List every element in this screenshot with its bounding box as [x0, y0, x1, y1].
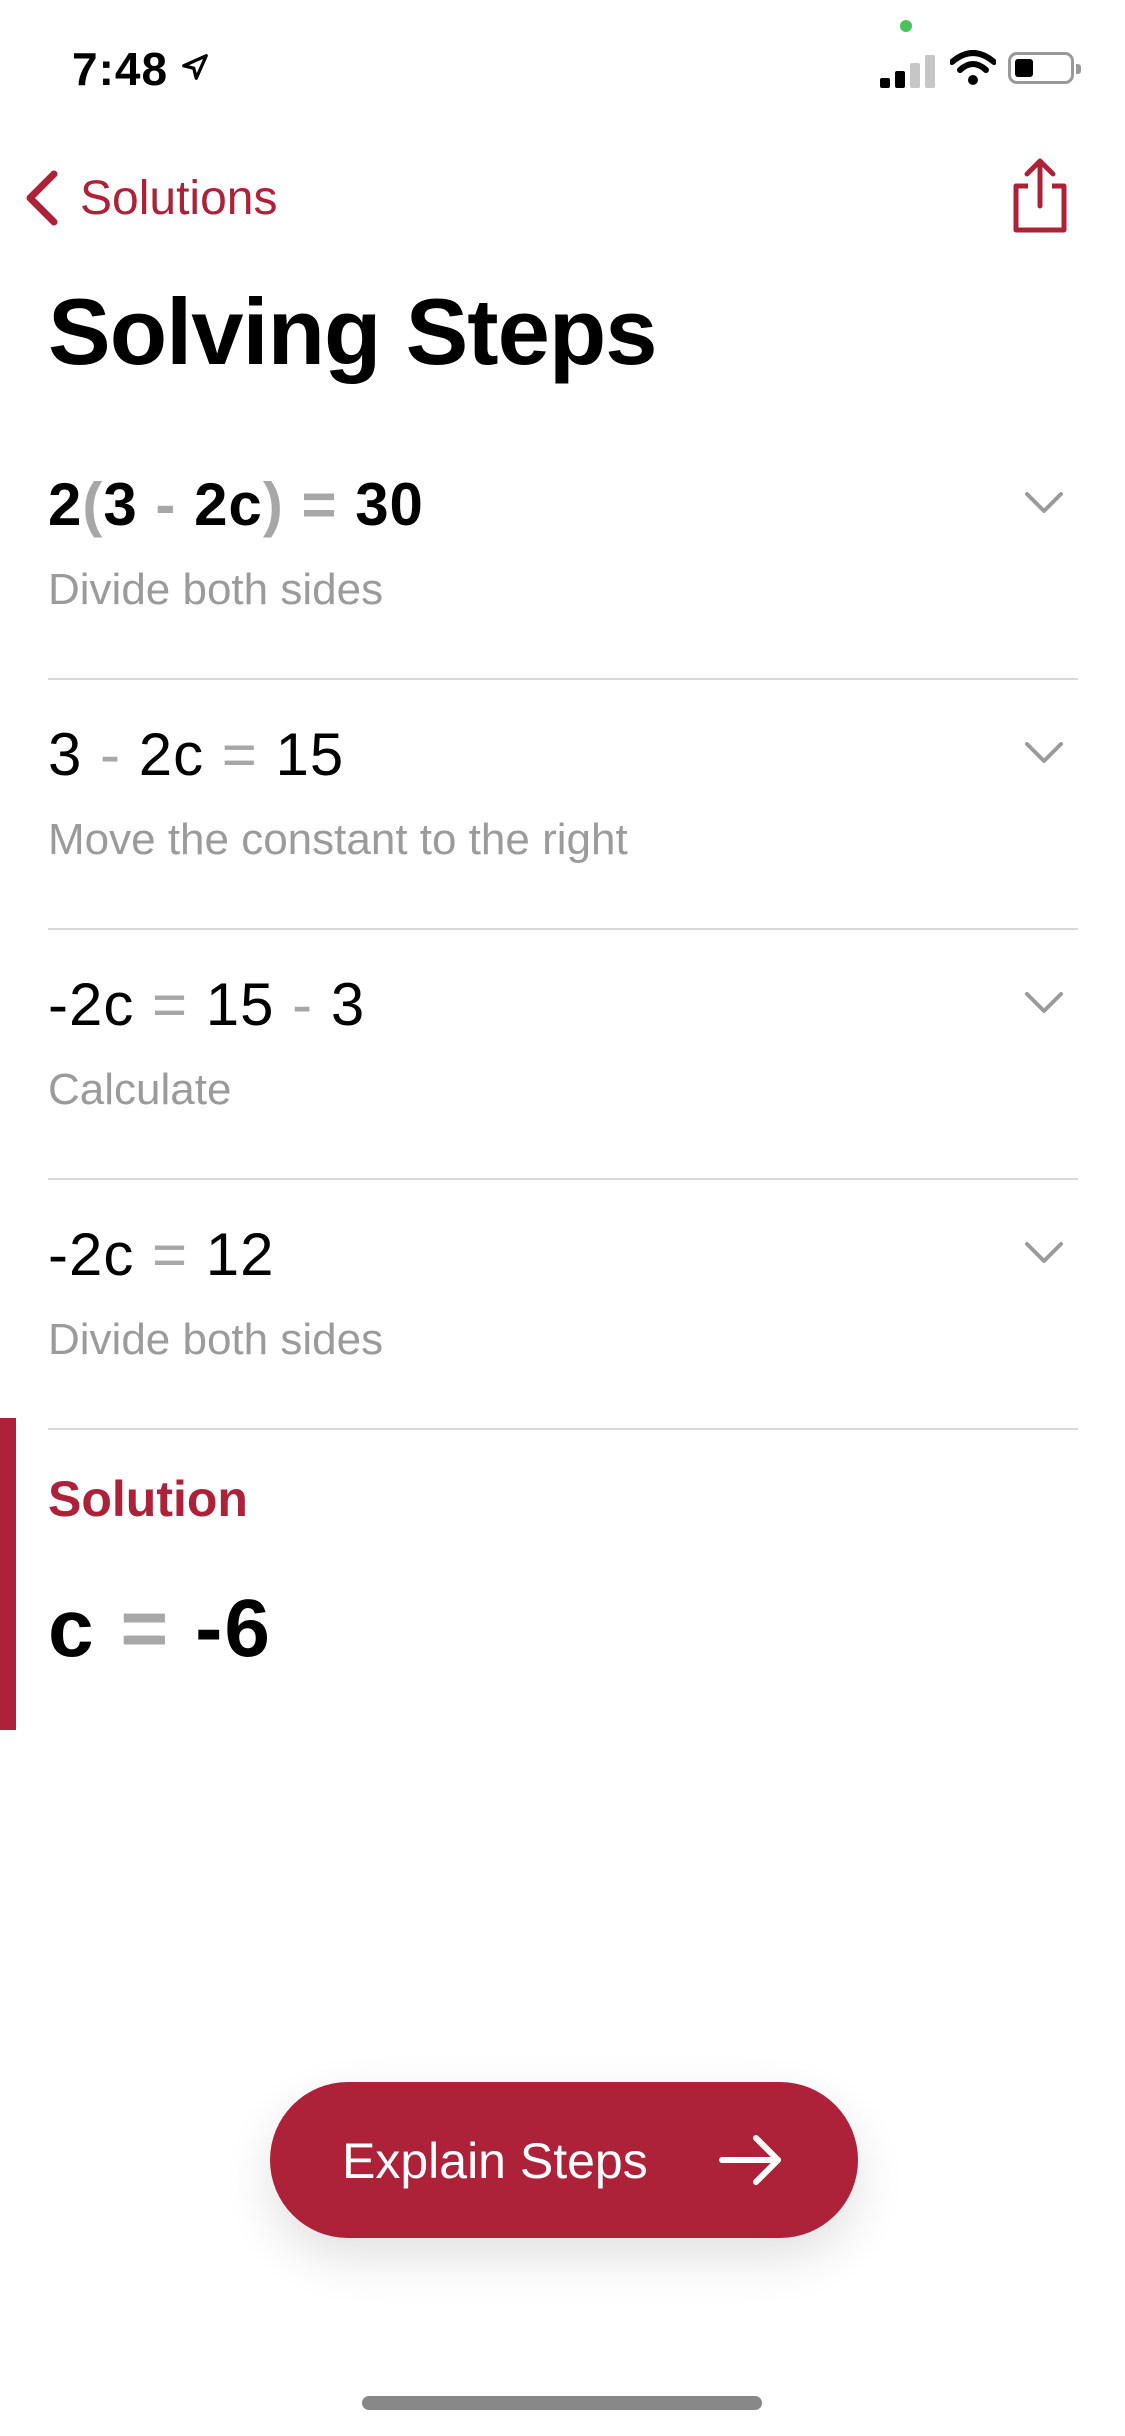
home-indicator — [362, 2396, 762, 2410]
back-chevron-icon — [26, 170, 58, 226]
page-title: Solving Steps — [48, 279, 658, 384]
solution-label: Solution — [48, 1471, 248, 1527]
location-arrow-icon — [182, 54, 208, 80]
steps-list: 2(3 - 2c) = 30 Divide both sides 3 - 2c = … — [48, 430, 1078, 1430]
equation-operator: = — [283, 471, 356, 538]
screen: 7:48 Solutions Solving Steps 2(3 - 2c) =… — [0, 0, 1125, 2436]
step-row[interactable]: -2c = 15 - 3 Calculate — [48, 930, 1078, 1180]
step-row[interactable]: 2(3 - 2c) = 30 Divide both sides — [48, 430, 1078, 680]
status-bar: 7:48 — [0, 0, 1125, 132]
step-equation: 2(3 - 2c) = 30 — [48, 470, 424, 539]
wifi-icon — [950, 50, 996, 85]
explain-steps-button[interactable]: Explain Steps — [270, 2082, 858, 2238]
equation-operator: - — [274, 971, 331, 1038]
step-description: Divide both sides — [48, 1315, 384, 1364]
equation-term: 2c — [138, 721, 205, 788]
equation-operator: ( — [82, 471, 104, 538]
equation-term: -2c — [48, 971, 135, 1038]
step-description: Move the constant to the right — [48, 815, 628, 864]
equation-term: 2 — [48, 471, 83, 538]
equation-operator: ) — [262, 471, 284, 538]
equation-operator: - — [137, 471, 195, 538]
signal-icon — [880, 52, 936, 88]
chevron-down-icon[interactable] — [1024, 990, 1064, 1016]
equation-term: 15 — [205, 971, 275, 1038]
battery-icon — [1008, 52, 1081, 84]
equation-term: -2c — [48, 1221, 135, 1288]
equation-term: 3 — [48, 721, 83, 788]
step-description: Calculate — [48, 1065, 232, 1114]
back-button[interactable]: Solutions — [22, 168, 277, 228]
equation-term: 12 — [205, 1221, 275, 1288]
step-equation: -2c = 15 - 3 — [48, 970, 365, 1039]
equation-term: 3 — [103, 471, 138, 538]
status-time: 7:48 — [72, 43, 169, 95]
navigation-bar: Solutions — [0, 150, 1125, 250]
solution-variable: c — [48, 1583, 96, 1674]
step-description: Divide both sides — [48, 565, 384, 614]
arrow-right-icon — [719, 2135, 781, 2185]
solution-accent-bar — [0, 1418, 16, 1730]
equation-term: 30 — [355, 471, 424, 538]
equation-operator: = — [204, 721, 276, 788]
equation-operator: - — [82, 721, 139, 788]
step-row[interactable]: -2c = 12 Divide both sides — [48, 1180, 1078, 1430]
solution-equation: c = -6 — [48, 1582, 272, 1676]
equation-term: 3 — [330, 971, 366, 1038]
equation-operator: = — [134, 971, 206, 1038]
equation-term: 15 — [275, 721, 345, 788]
equation-term: 2c — [194, 471, 263, 538]
share-icon[interactable] — [1010, 156, 1070, 236]
equation-operator: = — [134, 1221, 206, 1288]
explain-steps-label: Explain Steps — [342, 2133, 648, 2189]
chevron-down-icon[interactable] — [1024, 740, 1064, 766]
step-equation: -2c = 12 — [48, 1220, 275, 1289]
chevron-down-icon[interactable] — [1024, 1240, 1064, 1266]
solution-value: -6 — [195, 1583, 272, 1674]
chevron-down-icon[interactable] — [1024, 490, 1064, 516]
back-label: Solutions — [80, 171, 278, 225]
step-equation: 3 - 2c = 15 — [48, 720, 344, 789]
privacy-indicator-dot — [900, 20, 912, 32]
solution-equals: = — [95, 1583, 196, 1674]
step-row[interactable]: 3 - 2c = 15 Move the constant to the righ… — [48, 680, 1078, 930]
